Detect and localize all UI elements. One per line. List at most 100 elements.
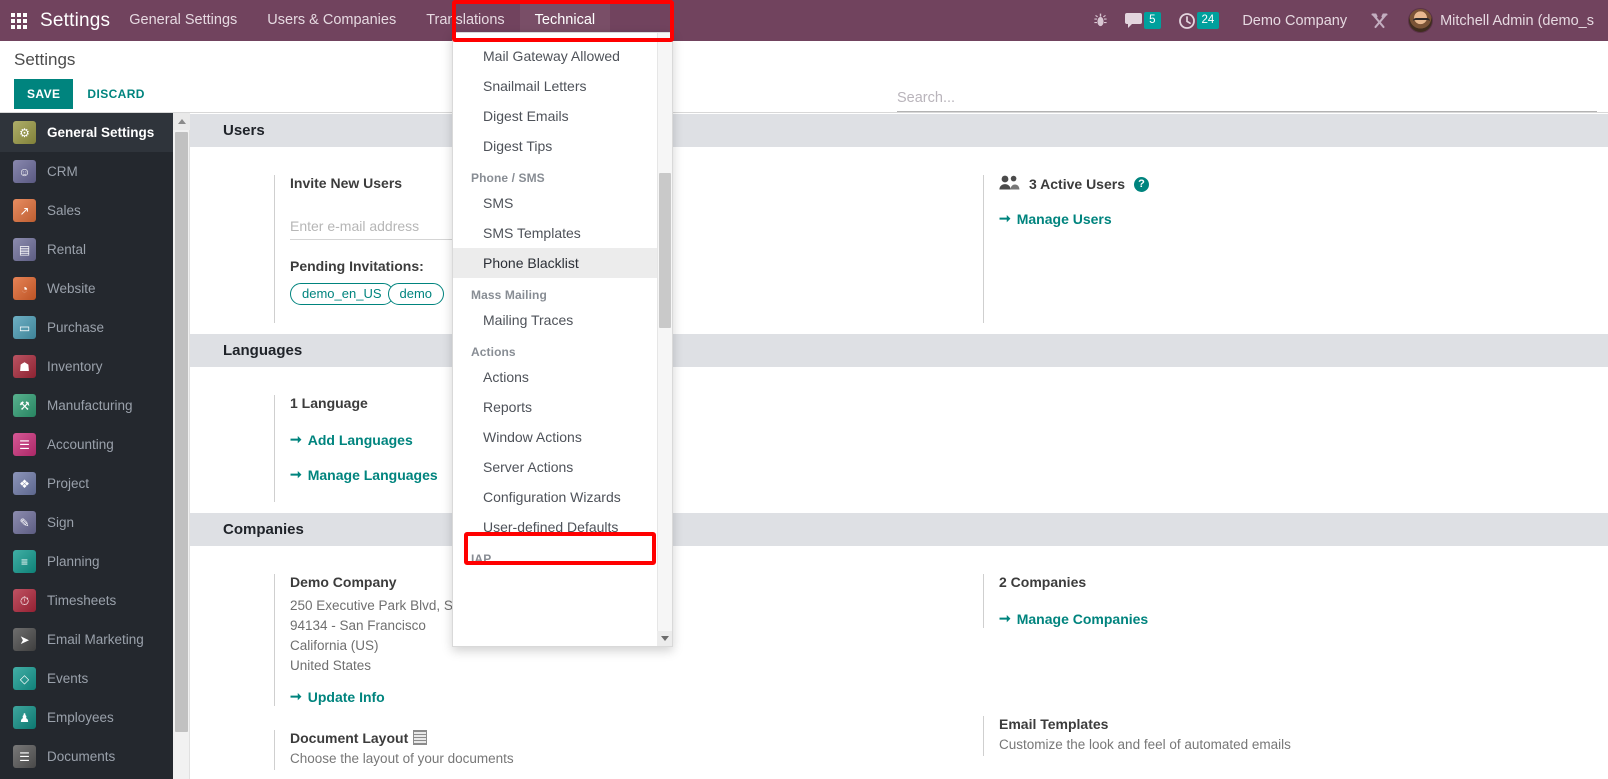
sidebar-item-events[interactable]: ◇ Events (0, 659, 173, 698)
dropdown-item-snailmail-letters[interactable]: Snailmail Letters (453, 71, 659, 101)
email-templates-label: Email Templates (999, 716, 1109, 732)
sidebar-item-general-settings[interactable]: ⚙ General Settings (0, 113, 173, 152)
section-body-languages: 1 Language ➞ Add Languages ➞ Manage Lang… (190, 367, 1608, 512)
dropdown-item-list: Outgoing Mail ServersIncoming Mail Serve… (453, 33, 659, 569)
planning-icon: ≡ (13, 550, 36, 573)
manage-languages-link[interactable]: ➞ Manage Languages (290, 466, 438, 483)
dropdown-item-phone-blacklist[interactable]: Phone Blacklist (453, 248, 659, 278)
dropdown-item-mail-gateway-allowed[interactable]: Mail Gateway Allowed (453, 41, 659, 71)
debug-tools-icon[interactable] (1361, 12, 1398, 30)
update-info-label: Update Info (307, 688, 385, 705)
dropdown-item-sms[interactable]: SMS (453, 188, 659, 218)
sidebar-item-sign[interactable]: ✎ Sign (0, 503, 173, 542)
navbar-right-group: 5 24 Demo Company Mitchell Admin (demo_s (1085, 8, 1608, 33)
sidebar-item-label: Inventory (47, 359, 103, 374)
dropdown-item-channels-partner[interactable]: Channels/Partner (453, 33, 659, 41)
dropdown-item-mailing-traces[interactable]: Mailing Traces (453, 305, 659, 335)
dropdown-scrollbar[interactable] (657, 33, 672, 633)
invitation-tag[interactable]: demo (387, 283, 445, 305)
sidebar-item-crm[interactable]: ☺ CRM (0, 152, 173, 191)
sidebar-item-project[interactable]: ❖ Project (0, 464, 173, 503)
active-users-stat: 3 Active Users ? (999, 175, 1608, 193)
sidebar-item-label: CRM (47, 164, 78, 179)
dropdown-item-actions[interactable]: Actions (453, 362, 659, 392)
sidebar-item-label: Purchase (47, 320, 105, 335)
dropdown-item-digest-tips[interactable]: Digest Tips (453, 131, 659, 161)
apps-grid-icon[interactable] (0, 0, 38, 41)
manage-companies-link[interactable]: ➞ Manage Companies (999, 610, 1148, 627)
sidebar-item-inventory[interactable]: ☗ Inventory (0, 347, 173, 386)
nav-menu-users-companies[interactable]: Users & Companies (252, 0, 411, 41)
user-menu[interactable]: Mitchell Admin (demo_s (1398, 8, 1602, 33)
sidebar-item-label: Documents (47, 749, 116, 764)
app-sidebar: ⚙ General Settings ☺ CRM ↗ Sales ▤ Rental ◔ Websi… (0, 113, 173, 779)
dropdown-item-server-actions[interactable]: Server Actions (453, 452, 659, 482)
sidebar-item-planning[interactable]: ≡ Planning (0, 542, 173, 581)
user-menu-label: Mitchell Admin (demo_s (1440, 12, 1594, 29)
sidebar-item-label: Timesheets (47, 593, 117, 608)
wrench-icon: ⚒ (13, 394, 36, 417)
sidebar-item-label: Rental (47, 242, 87, 257)
manage-users-link[interactable]: ➞ Manage Users (999, 210, 1112, 227)
top-navbar: Settings General Settings Users & Compan… (0, 0, 1608, 41)
save-button[interactable]: SAVE (14, 79, 74, 109)
dropdown-item-digest-emails[interactable]: Digest Emails (453, 101, 659, 131)
dropdown-item-user-defined-defaults[interactable]: User-defined Defaults (453, 512, 659, 542)
dropdown-item-sms-templates[interactable]: SMS Templates (453, 218, 659, 248)
sidebar-item-label: Events (47, 671, 89, 686)
scroll-thumb[interactable] (175, 132, 188, 732)
dropdown-scroll-down-button[interactable] (657, 631, 672, 646)
sidebar-item-sales[interactable]: ↗ Sales (0, 191, 173, 230)
sidebar-item-rental[interactable]: ▤ Rental (0, 230, 173, 269)
search-input[interactable] (897, 90, 1597, 111)
dropdown-item-reports[interactable]: Reports (453, 392, 659, 422)
record-action-buttons: SAVE DISCARD (14, 79, 159, 109)
sidebar-item-label: Sales (47, 203, 81, 218)
email-templates-setting: Email Templates Customize the look and f… (983, 716, 1608, 756)
sidebar-item-employees[interactable]: ♟ Employees (0, 698, 173, 737)
breadcrumb: Settings (14, 50, 76, 69)
sidebar-item-website[interactable]: ◔ Website (0, 269, 173, 308)
add-languages-link[interactable]: ➞ Add Languages (290, 431, 413, 448)
activities-icon[interactable]: 24 (1170, 12, 1229, 29)
discard-button[interactable]: DISCARD (73, 79, 158, 109)
sidebar-item-accounting[interactable]: ☰ Accounting (0, 425, 173, 464)
documents-icon: ☰ (13, 745, 36, 768)
dropdown-scroll-thumb[interactable] (659, 173, 671, 328)
settings-block-companies: Companies Demo Company 250 Executive Par… (190, 512, 1608, 779)
dropdown-section-header: Mass Mailing (471, 288, 547, 302)
sidebar-item-timesheets[interactable]: ⏱ Timesheets (0, 581, 173, 620)
help-icon[interactable]: ? (1133, 176, 1149, 192)
nav-menu-general-settings[interactable]: General Settings (114, 0, 252, 41)
dropdown-item-configuration-wizards[interactable]: Configuration Wizards (453, 482, 659, 512)
sidebar-item-label: Website (47, 281, 96, 296)
arrow-right-icon: ➞ (290, 688, 302, 704)
update-info-link[interactable]: ➞ Update Info (290, 688, 385, 705)
messages-icon[interactable]: 5 (1116, 12, 1169, 29)
bug-icon[interactable] (1085, 13, 1116, 28)
sidebar-item-label: General Settings (47, 125, 155, 140)
dropdown-item-window-actions[interactable]: Window Actions (453, 422, 659, 452)
sidebar-item-label: Email Marketing (47, 632, 144, 647)
sidebar-item-manufacturing[interactable]: ⚒ Manufacturing (0, 386, 173, 425)
section-body-users: Invite New Users Pending Invitations: de… (190, 147, 1608, 333)
card-icon: ▭ (13, 316, 36, 339)
users-right-column: 3 Active Users ? ➞ Manage Users (899, 175, 1608, 323)
technical-dropdown-menu: Outgoing Mail ServersIncoming Mail Serve… (452, 32, 673, 647)
company-switcher[interactable]: Demo Company (1228, 13, 1361, 29)
dropdown-section-header: Phone / SMS (471, 171, 545, 185)
content-scrollbar[interactable] (173, 113, 190, 779)
manage-users-label: Manage Users (1016, 210, 1112, 227)
invitation-tag[interactable]: demo_en_US (290, 283, 394, 305)
active-users-setting: 3 Active Users ? ➞ Manage Users (983, 175, 1608, 323)
sidebar-item-purchase[interactable]: ▭ Purchase (0, 308, 173, 347)
sidebar-item-label: Manufacturing (47, 398, 133, 413)
section-header-languages: Languages (190, 333, 1608, 367)
app-brand[interactable]: Settings (38, 10, 114, 32)
manage-companies-label: Manage Companies (1016, 610, 1149, 627)
scroll-up-button[interactable] (173, 113, 190, 130)
sidebar-item-email-marketing[interactable]: ➤ Email Marketing (0, 620, 173, 659)
sidebar-item-documents[interactable]: ☰ Documents (0, 737, 173, 776)
section-header-users: Users (190, 113, 1608, 147)
ticket-icon: ◇ (13, 667, 36, 690)
